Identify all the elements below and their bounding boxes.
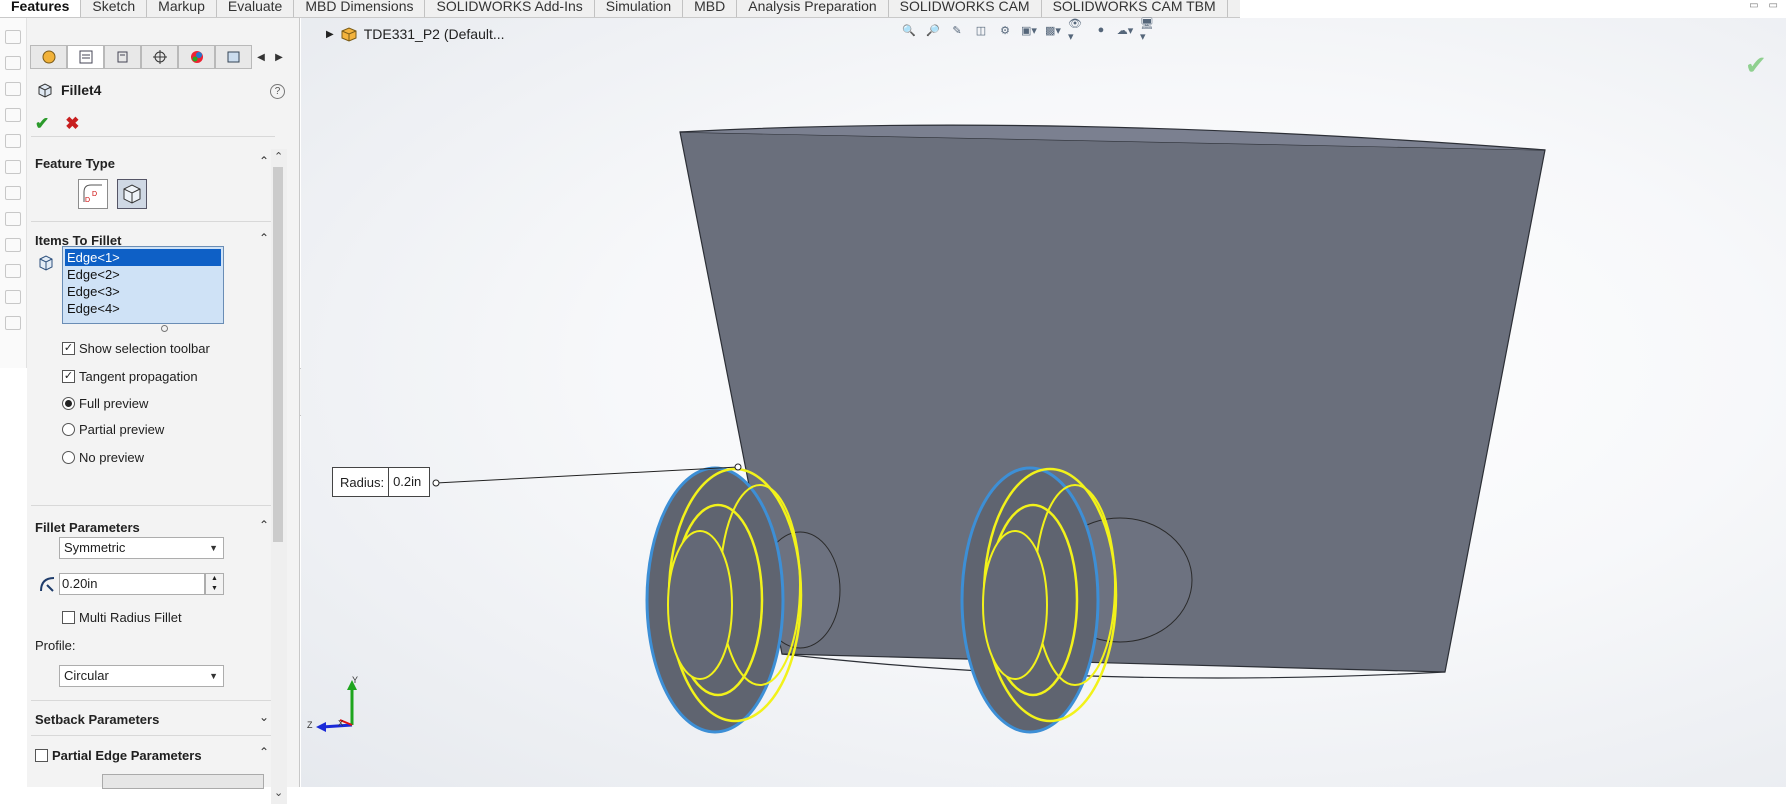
model-scene: Y Z X xyxy=(307,124,1546,734)
axis-x-label: X xyxy=(338,719,344,728)
leader-end xyxy=(432,479,440,487)
axis-triad: Y Z X xyxy=(307,675,358,732)
radius-callout-value[interactable]: 0.2in xyxy=(388,468,429,496)
leader-anchor xyxy=(734,463,742,471)
scroll-down-icon[interactable]: ⌄ xyxy=(274,786,283,799)
radius-callout-label: Radius: xyxy=(340,474,385,490)
axis-z-label: Z xyxy=(307,720,313,730)
radius-callout[interactable]: Radius: 0.2in xyxy=(332,467,431,497)
axis-y-label: Y xyxy=(352,675,358,685)
